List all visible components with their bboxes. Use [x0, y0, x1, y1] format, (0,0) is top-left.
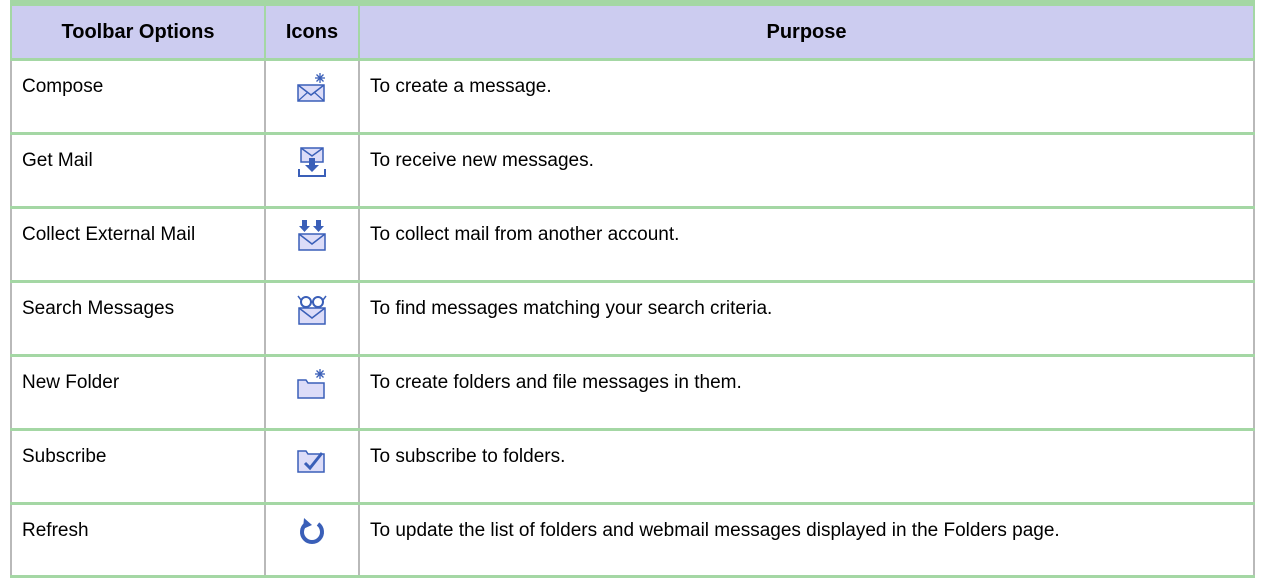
icon-cell — [264, 281, 360, 357]
subscribe-icon — [297, 450, 325, 473]
table-row: Refresh To update the list of folders an… — [10, 503, 1255, 578]
new-folder-icon — [297, 369, 325, 399]
table-row: Collect External Mail To collect mail fr… — [10, 207, 1255, 283]
option-purpose: To receive new messages. — [358, 133, 1255, 209]
table-row: Subscribe To subscribe to folders. — [10, 429, 1255, 505]
compose-icon — [297, 73, 325, 102]
header-toolbar-options: Toolbar Options — [10, 0, 266, 61]
option-name: Get Mail — [10, 133, 266, 209]
toolbar-options-table: Toolbar Options Icons Purpose Compose To… — [10, 0, 1255, 578]
option-name: Search Messages — [10, 281, 266, 357]
option-name: Refresh — [10, 503, 266, 578]
search-messages-icon — [297, 295, 327, 325]
refresh-icon — [300, 518, 324, 544]
option-name: New Folder — [10, 355, 266, 431]
option-purpose: To subscribe to folders. — [358, 429, 1255, 505]
option-purpose: To create folders and file messages in t… — [358, 355, 1255, 431]
option-purpose: To create a message. — [358, 59, 1255, 135]
icon-cell — [264, 355, 360, 431]
header-purpose: Purpose — [358, 0, 1255, 61]
icon-cell — [264, 503, 360, 578]
icon-cell — [264, 59, 360, 135]
table-header-row: Toolbar Options Icons Purpose — [10, 0, 1255, 61]
option-name: Collect External Mail — [10, 207, 266, 283]
icon-cell — [264, 429, 360, 505]
icon-cell — [264, 133, 360, 209]
table-row: Search Messages To find messages matchin… — [10, 281, 1255, 357]
option-name: Compose — [10, 59, 266, 135]
option-name: Subscribe — [10, 429, 266, 505]
option-purpose: To update the list of folders and webmai… — [358, 503, 1255, 578]
option-purpose: To find messages matching your search cr… — [358, 281, 1255, 357]
table-row: New Folder To create folders and file me… — [10, 355, 1255, 431]
get-mail-icon — [298, 147, 326, 177]
table-row: Compose To create a message. — [10, 59, 1255, 135]
table-row: Get Mail To receive new messages. — [10, 133, 1255, 209]
collect-external-mail-icon — [298, 220, 326, 251]
toolbar-options-table-wrapper: Toolbar Options Icons Purpose Compose To… — [10, 0, 1255, 578]
header-icons: Icons — [264, 0, 360, 61]
icon-cell — [264, 207, 360, 283]
option-purpose: To collect mail from another account. — [358, 207, 1255, 283]
